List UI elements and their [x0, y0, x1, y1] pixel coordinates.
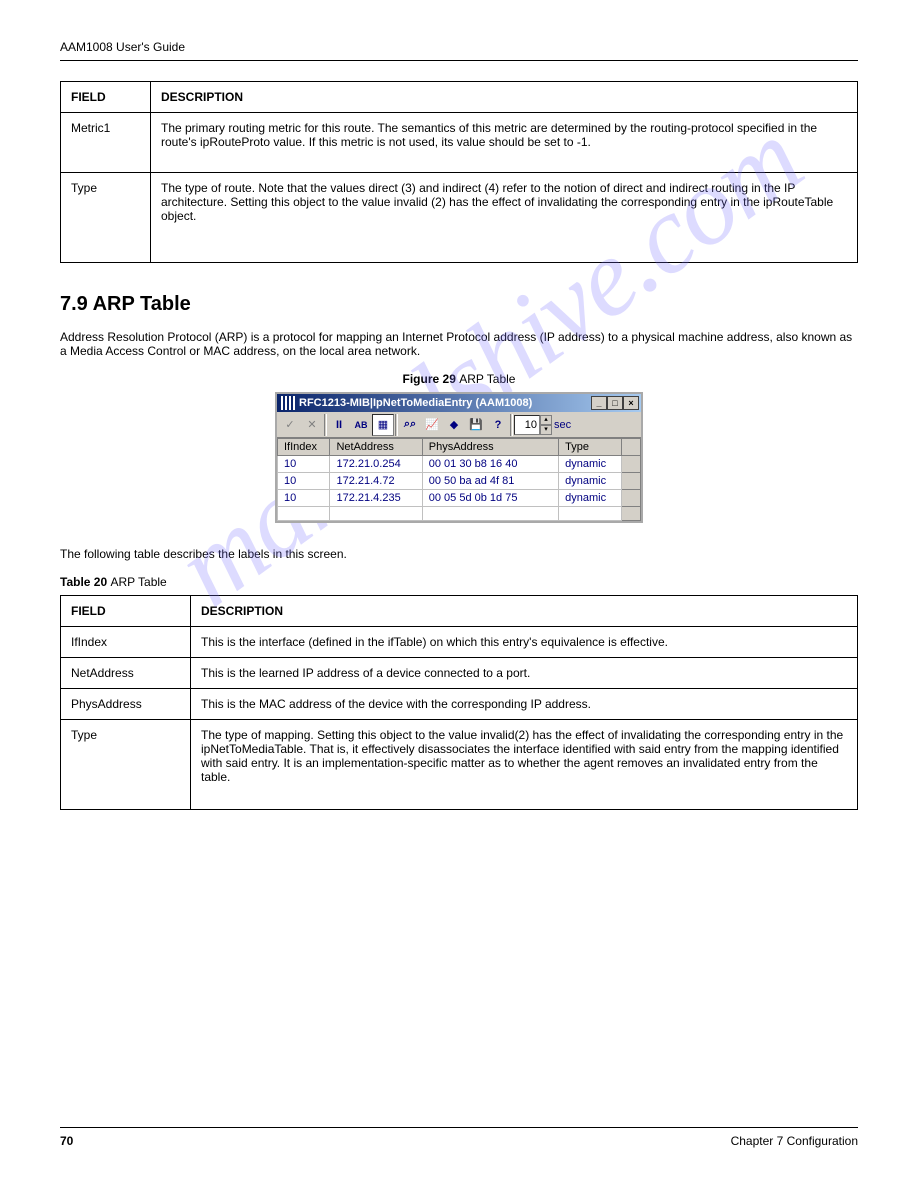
section-paragraph: Address Resolution Protocol (ARP) is a p…: [60, 330, 858, 358]
cell-spacer: [622, 490, 641, 507]
cell-desc: This is the interface (defined in the if…: [191, 627, 858, 658]
col-physaddress[interactable]: PhysAddress: [422, 439, 558, 456]
grid-row[interactable]: 10 172.21.4.72 00 50 ba ad 4f 81 dynamic: [278, 473, 641, 490]
dialog-window: RFC1213-MIB|IpNetToMediaEntry (AAM1008) …: [275, 392, 643, 523]
cell-physaddress: 00 01 30 b8 16 40: [422, 456, 558, 473]
chart-icon[interactable]: 📈: [421, 414, 443, 436]
page-header: AAM1008 User's Guide: [60, 40, 858, 61]
footer-chapter: Chapter 7 Configuration: [731, 1134, 858, 1148]
cell-type: dynamic: [559, 456, 622, 473]
cell-field: NetAddress: [61, 658, 191, 689]
cell-field: IfIndex: [61, 627, 191, 658]
grid-row[interactable]: 10 172.21.0.254 00 01 30 b8 16 40 dynami…: [278, 456, 641, 473]
cell-spacer: [622, 456, 641, 473]
table-arp-fields: FIELD DESCRIPTION IfIndex This is the in…: [60, 595, 858, 810]
app-icon: [281, 396, 295, 410]
grid-row[interactable]: 10 172.21.4.235 00 05 5d 0b 1d 75 dynami…: [278, 490, 641, 507]
tag-icon[interactable]: ◆: [443, 414, 465, 436]
table-header-row: FIELD DESCRIPTION: [61, 82, 858, 113]
x-icon[interactable]: ✕: [301, 414, 323, 436]
maximize-button[interactable]: □: [607, 396, 623, 410]
cell-spacer: [622, 473, 641, 490]
cell-desc: The primary routing metric for this rout…: [151, 113, 858, 173]
table-row: Metric1 The primary routing metric for t…: [61, 113, 858, 173]
cell-desc: This is the MAC address of the device wi…: [191, 689, 858, 720]
table-row: Type The type of route. Note that the va…: [61, 173, 858, 263]
cell-field: PhysAddress: [61, 689, 191, 720]
cell-desc: This is the learned IP address of a devi…: [191, 658, 858, 689]
col-type[interactable]: Type: [559, 439, 622, 456]
close-button[interactable]: ×: [623, 396, 639, 410]
table-row: NetAddress This is the learned IP addres…: [61, 658, 858, 689]
figure-caption-prefix: Figure 29: [403, 372, 460, 386]
toolbar-separator: [510, 414, 513, 436]
seconds-input[interactable]: 10: [514, 415, 540, 435]
seconds-spinner[interactable]: ▴▾: [540, 415, 552, 435]
table-row: IfIndex This is the interface (defined i…: [61, 627, 858, 658]
table-caption-prefix: Table 20: [60, 575, 110, 589]
figure-caption: Figure 29 ARP Table: [60, 372, 858, 386]
cell-ifindex: 10: [278, 456, 330, 473]
figure-caption-text: ARP Table: [459, 372, 515, 386]
cell-netaddress: 172.21.4.235: [330, 490, 422, 507]
cell-physaddress: 00 05 5d 0b 1d 75: [422, 490, 558, 507]
footer-page-number: 70: [60, 1134, 73, 1148]
cell-desc: The type of mapping. Setting this object…: [191, 720, 858, 810]
th-description: DESCRIPTION: [151, 82, 858, 113]
cell-type: dynamic: [559, 490, 622, 507]
cell-type: dynamic: [559, 473, 622, 490]
table-row: Type The type of mapping. Setting this o…: [61, 720, 858, 810]
section-heading: 7.9 ARP Table: [60, 293, 858, 316]
minimize-button[interactable]: _: [591, 396, 607, 410]
grid-row-blank: [278, 507, 641, 521]
cell-field: Type: [61, 173, 151, 263]
cell-ifindex: 10: [278, 490, 330, 507]
cell-netaddress: 172.21.0.254: [330, 456, 422, 473]
titlebar[interactable]: RFC1213-MIB|IpNetToMediaEntry (AAM1008) …: [277, 394, 641, 412]
cell: [330, 507, 422, 521]
ab-icon[interactable]: AB: [350, 414, 372, 436]
help-icon[interactable]: ?: [487, 414, 509, 436]
pause-icon[interactable]: II: [328, 414, 350, 436]
cell-field: Type: [61, 720, 191, 810]
cell-physaddress: 00 50 ba ad 4f 81: [422, 473, 558, 490]
grid-icon[interactable]: ▦: [372, 414, 394, 436]
cell-ifindex: 10: [278, 473, 330, 490]
data-grid: IfIndex NetAddress PhysAddress Type 10 1…: [277, 438, 641, 521]
col-netaddress[interactable]: NetAddress: [330, 439, 422, 456]
col-ifindex[interactable]: IfIndex: [278, 439, 330, 456]
cell-field: Metric1: [61, 113, 151, 173]
window-title: RFC1213-MIB|IpNetToMediaEntry (AAM1008): [299, 397, 591, 409]
cell: [559, 507, 622, 521]
cell: [278, 507, 330, 521]
save-icon[interactable]: 💾: [465, 414, 487, 436]
table-row: PhysAddress This is the MAC address of t…: [61, 689, 858, 720]
window-buttons: _ □ ×: [591, 396, 639, 410]
middle-paragraph: The following table describes the labels…: [60, 547, 858, 561]
th-description: DESCRIPTION: [191, 596, 858, 627]
col-spacer: [622, 439, 641, 456]
table-header-row: FIELD DESCRIPTION: [61, 596, 858, 627]
figure-wrapper: RFC1213-MIB|IpNetToMediaEntry (AAM1008) …: [60, 392, 858, 523]
check-icon[interactable]: ✓: [279, 414, 301, 436]
grid-header-row: IfIndex NetAddress PhysAddress Type: [278, 439, 641, 456]
toolbar-separator: [395, 414, 398, 436]
th-field: FIELD: [61, 82, 151, 113]
seconds-label: sec: [552, 419, 571, 431]
cell: [422, 507, 558, 521]
table-caption: Table 20 ARP Table: [60, 575, 858, 589]
cell-netaddress: 172.21.4.72: [330, 473, 422, 490]
page-footer: 70 Chapter 7 Configuration: [60, 1127, 858, 1148]
th-field: FIELD: [61, 596, 191, 627]
header-left: AAM1008 User's Guide: [60, 40, 185, 54]
cell-spacer: [622, 507, 641, 521]
binoculars-icon[interactable]: ⌕⌕: [399, 414, 421, 436]
toolbar: ✓ ✕ II AB ▦ ⌕⌕ 📈 ◆ 💾 ? 10 ▴▾ sec: [277, 412, 641, 438]
table-caption-text: ARP Table: [110, 575, 166, 589]
cell-desc: The type of route. Note that the values …: [151, 173, 858, 263]
toolbar-separator: [324, 414, 327, 436]
table-route-fields: FIELD DESCRIPTION Metric1 The primary ro…: [60, 81, 858, 263]
